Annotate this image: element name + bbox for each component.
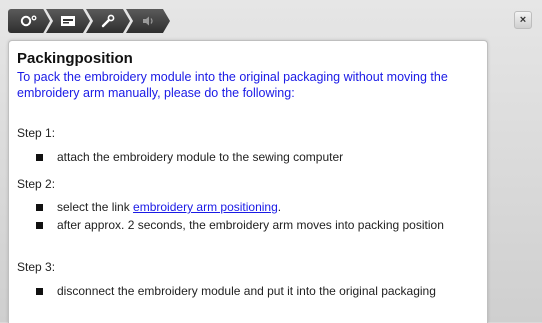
machine-icon [61,16,75,26]
tab-tools[interactable] [86,9,130,33]
settings-icon [20,15,37,27]
close-button[interactable]: × [514,11,532,29]
list-item: disconnect the embroidery module and put… [33,284,473,299]
tab-machine[interactable] [46,9,90,33]
speaker-icon [143,16,153,26]
bullet-icon [36,288,43,295]
bullet-icon [36,154,43,161]
wrench-icon [101,14,115,28]
tab-settings[interactable] [8,9,50,33]
list-item: attach the embroidery module to the sewi… [33,150,473,165]
close-icon: × [519,14,527,26]
bullet-icon [36,204,43,211]
step-3-label: Step 3: [17,260,56,274]
tab-bar [8,9,170,33]
step-1-label: Step 1: [17,126,56,140]
bullet-icon [36,222,43,229]
help-content-panel: Packingposition To pack the embroidery m… [8,40,488,323]
list-item: after approx. 2 seconds, the embroidery … [33,218,473,233]
list-item: select the link embroidery arm positioni… [33,200,473,215]
embroidery-arm-positioning-link[interactable]: embroidery arm positioning [133,200,278,214]
intro-text: To pack the embroidery module into the o… [17,70,448,100]
page-title: Packingposition [17,50,133,67]
help-window: × Packingposition To pack the embroidery… [0,0,542,323]
step-2-label: Step 2: [17,177,56,191]
tab-sound[interactable] [126,9,170,33]
